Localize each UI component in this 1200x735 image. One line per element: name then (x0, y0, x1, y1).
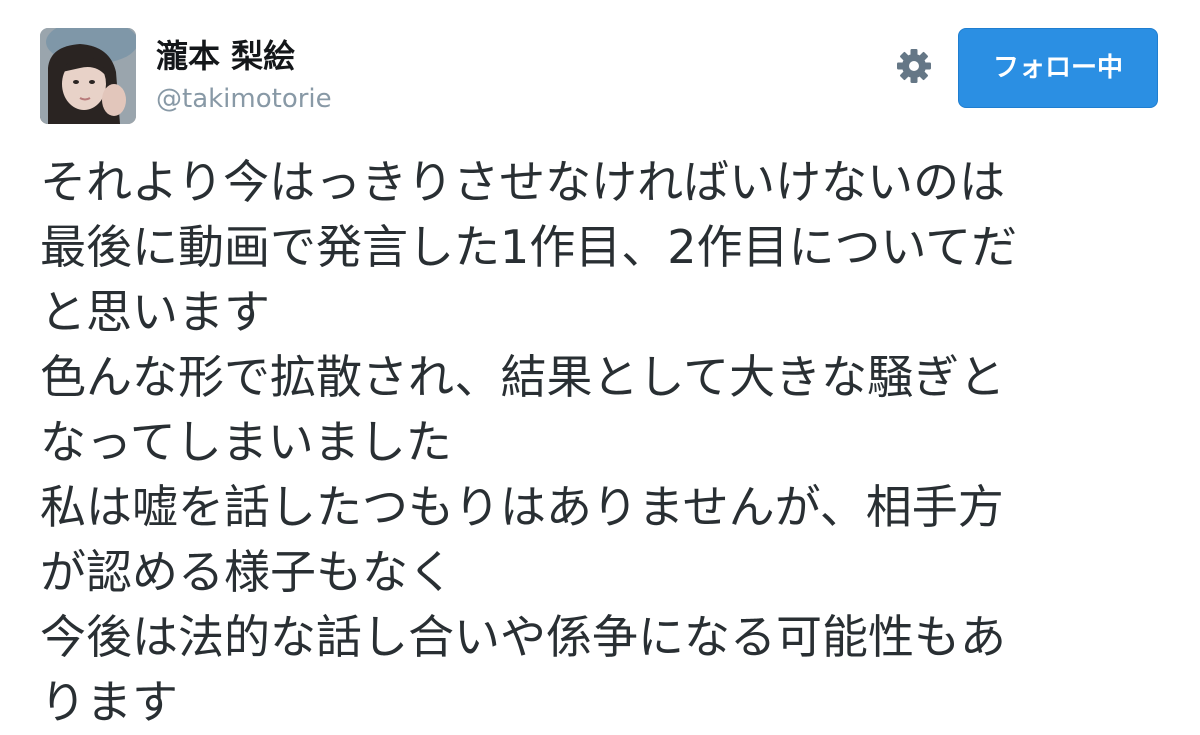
tweet-line: が認める様子もなく (40, 545, 454, 599)
gear-icon[interactable] (894, 46, 934, 86)
tweet-line: それより今はっきりさせなければいけないのは (40, 155, 1006, 209)
tweet-line: なってしまいました (40, 415, 452, 469)
tweet-header: 瀧本 梨絵 @takimotorie フォロー中 (40, 28, 1160, 128)
tweet-line: ります (40, 675, 178, 729)
display-name[interactable]: 瀧本 梨絵 (156, 36, 332, 76)
tweet-line: と思います (40, 285, 270, 339)
avatar-image (40, 28, 136, 124)
user-info: 瀧本 梨絵 @takimotorie (156, 36, 332, 116)
tweet-line: 今後は法的な話し合いや係争になる可能性もあ (40, 610, 1006, 664)
tweet-line: 最後に動画で発言した1作目、2作目についてだ (40, 220, 1018, 274)
tweet-text: それより今はっきりさせなければいけないのは 最後に動画で発言した1作目、2作目に… (40, 150, 1158, 735)
tweet-line: 私は嘘を話したつもりはありませんが、相手方 (40, 480, 1004, 534)
tweet-line: 色んな形で拡散され、結果として大きな騒ぎと (40, 350, 1006, 404)
screen-name[interactable]: @takimotorie (156, 82, 332, 116)
following-button[interactable]: フォロー中 (958, 28, 1158, 108)
avatar[interactable] (40, 28, 136, 124)
